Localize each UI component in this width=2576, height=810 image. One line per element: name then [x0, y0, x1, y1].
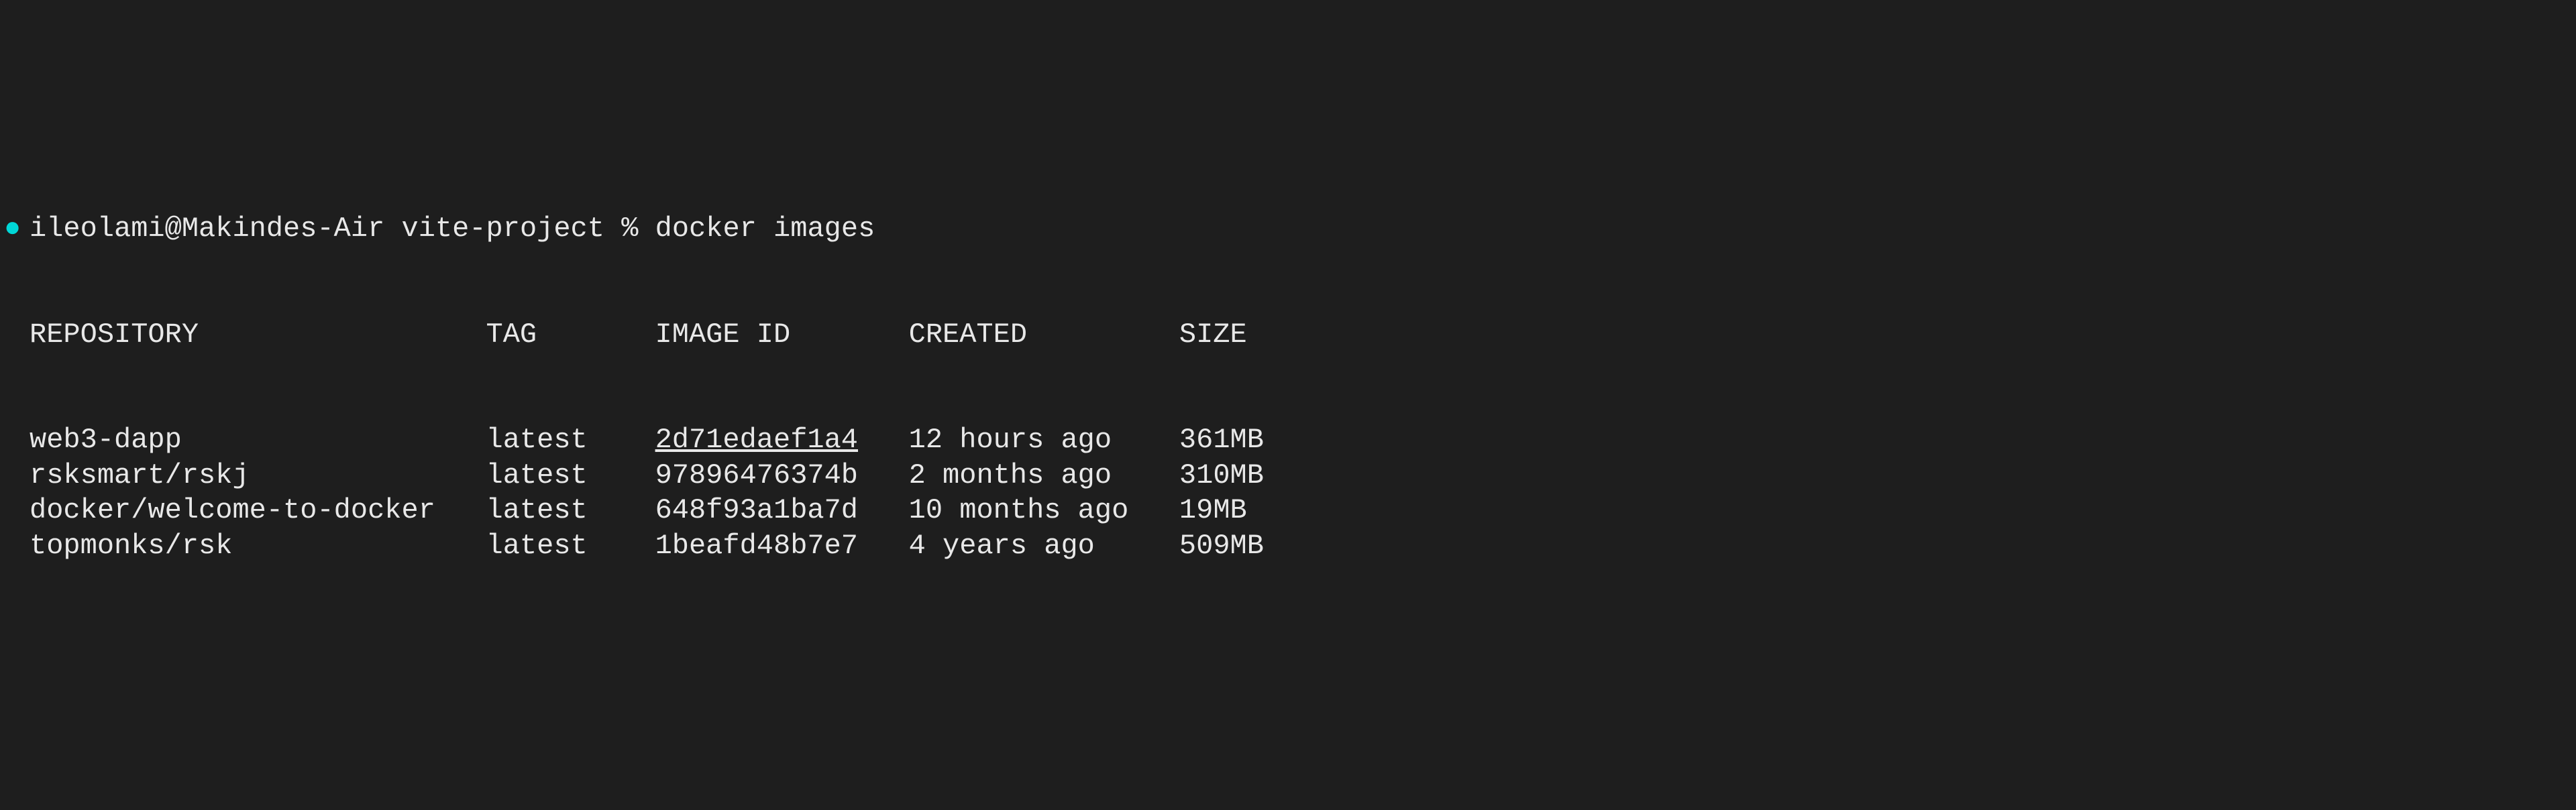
prompt-bullet-icon: ●	[0, 211, 30, 247]
cell-padding	[858, 459, 909, 491]
cell-padding	[858, 424, 909, 456]
table-row: web3-dapp latest 2d71edaef1a4 12 hours a…	[0, 422, 2576, 458]
cell-repository: docker/welcome-to-docker	[30, 494, 486, 526]
cell-created: 12 hours ago	[909, 424, 1179, 456]
cell-padding	[858, 530, 909, 562]
cell-created: 2 months ago	[909, 459, 1179, 491]
prompt-directory: vite-project	[402, 211, 604, 247]
prompt-space3	[638, 211, 655, 247]
prompt-line[interactable]: ●ileolami@Makindes-Air vite-project % do…	[0, 211, 2576, 247]
cell-tag: latest	[486, 494, 655, 526]
cell-image-id: 97896476374b	[655, 459, 858, 491]
cell-size: 509MB	[1179, 530, 1264, 562]
table-row: docker/welcome-to-docker latest 648f93a1…	[0, 493, 2576, 528]
prompt-user-host: ileolami@Makindes-Air	[30, 211, 384, 247]
table-row: topmonks/rsk latest 1beafd48b7e7 4 years…	[0, 528, 2576, 564]
cell-created: 10 months ago	[909, 494, 1179, 526]
prompt-space	[384, 211, 401, 247]
cell-tag: latest	[486, 424, 655, 456]
terminal-window[interactable]: ●ileolami@Makindes-Air vite-project % do…	[0, 141, 2576, 634]
command-text: docker images	[655, 211, 875, 247]
cell-repository: web3-dapp	[30, 424, 486, 456]
cell-repository: topmonks/rsk	[30, 530, 486, 562]
cell-size: 310MB	[1179, 459, 1264, 491]
cell-padding	[858, 494, 909, 526]
cell-image-id: 2d71edaef1a4	[655, 424, 858, 456]
cell-size: 19MB	[1179, 494, 1247, 526]
cell-image-id: 1beafd48b7e7	[655, 530, 858, 562]
cell-tag: latest	[486, 530, 655, 562]
cell-image-id: 648f93a1ba7d	[655, 494, 858, 526]
prompt-space2	[604, 211, 621, 247]
table-row: rsksmart/rskj latest 97896476374b 2 mont…	[0, 458, 2576, 494]
cell-repository: rsksmart/rskj	[30, 459, 486, 491]
table-header-row: REPOSITORY TAG IMAGE ID CREATED SIZE	[0, 317, 2576, 353]
prompt-separator: %	[621, 211, 638, 247]
cell-created: 4 years ago	[909, 530, 1179, 562]
cell-size: 361MB	[1179, 424, 1264, 456]
cell-tag: latest	[486, 459, 655, 491]
